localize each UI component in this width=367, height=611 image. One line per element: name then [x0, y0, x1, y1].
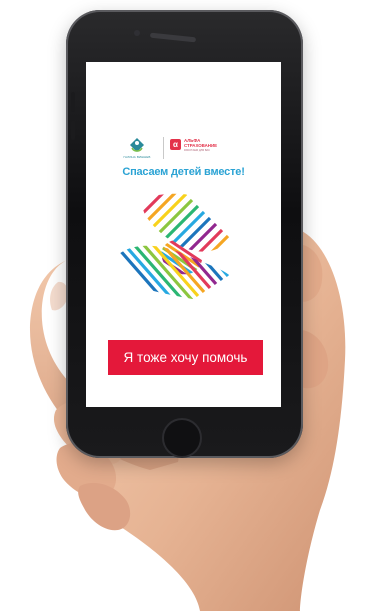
help-donate-button[interactable]: Я тоже хочу помочь: [108, 340, 263, 375]
charity-fund-name: ГАЛИНА ВИШНЕВ: [123, 155, 151, 159]
volume-button-icon: [71, 120, 75, 140]
alfa-logo-icon: α: [170, 139, 181, 150]
volume-button-icon: [71, 92, 75, 112]
slogan-heading: Спасаем детей вместе!: [122, 166, 245, 178]
rainbow-stripe-figure: [114, 193, 237, 302]
phone-screen: ГАЛИНА ВИШНЕВ α АЛЬФА СТРАХОВАНИЕ РАБОТА…: [86, 62, 281, 407]
insurer-name: АЛЬФА СТРАХОВАНИЕ: [184, 138, 218, 148]
home-button-icon[interactable]: [162, 418, 202, 458]
insurer-tagline: РАБОТАЕМ ДЛЯ ВАС: [184, 149, 211, 152]
logo-divider: [163, 137, 164, 159]
front-camera-icon: [134, 30, 140, 36]
promo-image: ГАЛИНА ВИШНЕВ α АЛЬФА СТРАХОВАНИЕ РАБОТА…: [0, 0, 367, 611]
partner-logos: ГАЛИНА ВИШНЕВ α АЛЬФА СТРАХОВАНИЕ РАБОТА…: [120, 136, 260, 162]
